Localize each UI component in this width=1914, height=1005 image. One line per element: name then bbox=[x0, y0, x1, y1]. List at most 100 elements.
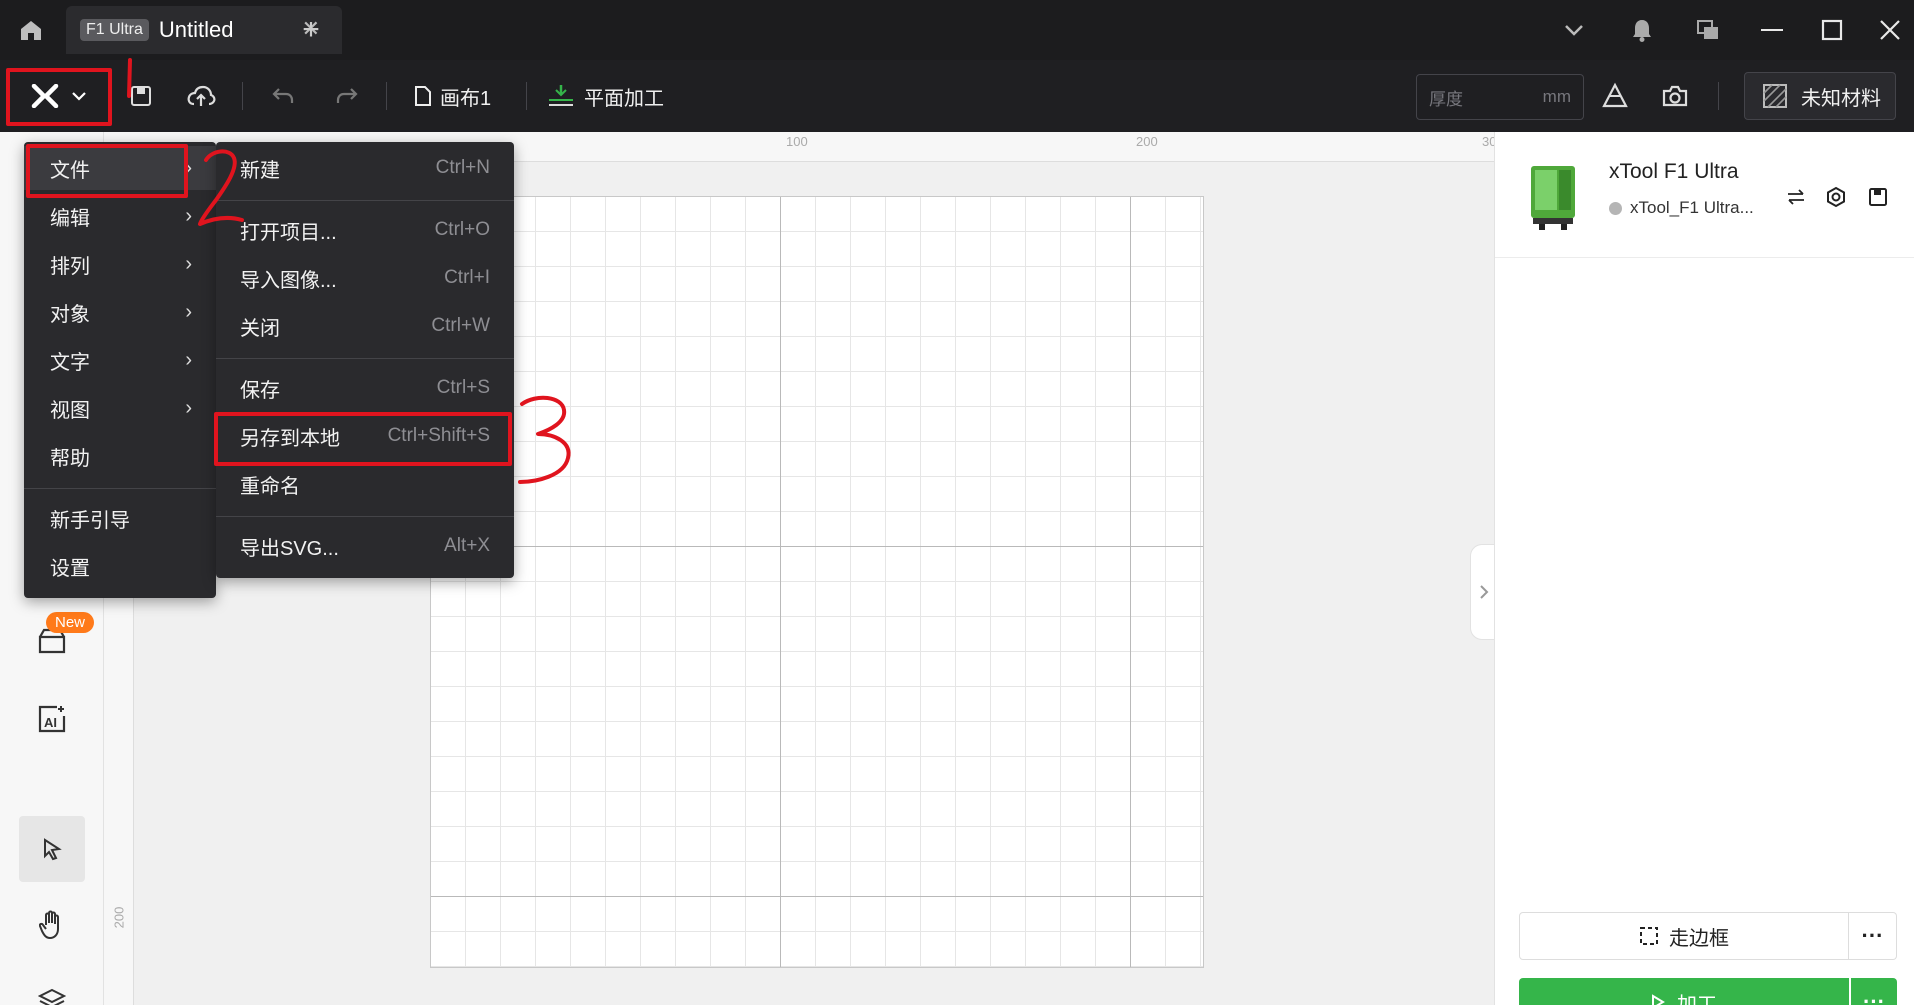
material-hatch-icon bbox=[1763, 84, 1787, 108]
minimize-icon[interactable] bbox=[1752, 12, 1792, 48]
menu-item-open-project[interactable]: 打开项目... Ctrl+O bbox=[216, 208, 514, 252]
shortcut-label: Ctrl+N bbox=[435, 157, 490, 178]
connection-label: xTool_F1 Ultra... bbox=[1630, 198, 1754, 217]
save-device-config-icon[interactable] bbox=[1863, 182, 1893, 212]
layers-icon bbox=[38, 988, 66, 1005]
new-badge: New bbox=[46, 612, 95, 633]
cloud-upload-icon[interactable] bbox=[184, 78, 218, 114]
mode-label: 平面加工 bbox=[584, 87, 664, 110]
undo-icon[interactable] bbox=[266, 78, 300, 114]
menu-item-label: 排列 bbox=[50, 255, 90, 278]
new-tab-button[interactable]: + bbox=[296, 8, 326, 52]
menu-item-label: 对象 bbox=[50, 303, 90, 326]
laser-machine-icon bbox=[1531, 166, 1575, 230]
canvas-selector[interactable]: 画布1 bbox=[414, 78, 491, 114]
menu-item-text[interactable]: 文字 › bbox=[24, 338, 216, 382]
select-tool-button[interactable] bbox=[19, 816, 85, 882]
frame-button[interactable]: 走边框 bbox=[1519, 912, 1849, 960]
thickness-unit: mm bbox=[1542, 87, 1571, 106]
annotation-number-2 bbox=[198, 149, 244, 226]
layers-button[interactable] bbox=[19, 968, 85, 1005]
play-icon bbox=[1652, 994, 1665, 1005]
chevron-down-icon[interactable] bbox=[1554, 12, 1594, 48]
menu-item-export-svg[interactable]: 导出SVG... Alt+X bbox=[216, 524, 514, 568]
frame-more-button[interactable]: ··· bbox=[1849, 912, 1897, 960]
device-connection[interactable]: xTool_F1 Ultra... bbox=[1609, 198, 1754, 218]
ruler-label: 200 bbox=[111, 906, 127, 929]
menu-item-new[interactable]: 新建 Ctrl+N bbox=[216, 146, 514, 190]
shortcut-label: Ctrl+I bbox=[444, 267, 490, 288]
menu-divider bbox=[216, 516, 514, 517]
status-dot bbox=[1609, 201, 1622, 215]
svg-text:AI: AI bbox=[44, 715, 57, 730]
menu-divider bbox=[216, 358, 514, 359]
ai-image-button[interactable]: AI bbox=[19, 686, 85, 752]
annotation-box-3 bbox=[214, 412, 512, 466]
material-selector[interactable]: 未知材料 bbox=[1744, 72, 1896, 120]
material-label: 未知材料 bbox=[1801, 87, 1881, 110]
chevron-right-icon: › bbox=[185, 396, 192, 419]
ruler-label: 100 bbox=[786, 134, 808, 149]
thickness-input[interactable]: 厚度 mm bbox=[1416, 74, 1584, 120]
ruler-label: 200 bbox=[1136, 134, 1158, 149]
ai-icon: AI bbox=[38, 705, 66, 733]
frame-label: 走边框 bbox=[1669, 927, 1729, 950]
shortcut-label: Alt+X bbox=[444, 535, 490, 556]
file-submenu: 新建 Ctrl+N 打开项目... Ctrl+O 导入图像... Ctrl+I … bbox=[216, 142, 514, 578]
right-panel: xTool F1 Ultra xTool_F1 Ultra... 走边框 ···… bbox=[1494, 132, 1914, 1005]
device-settings-icon[interactable] bbox=[1821, 182, 1851, 212]
title-bar: F1 Ultra Untitled ✕ + bbox=[0, 0, 1914, 60]
menu-item-label: 导出SVG... bbox=[240, 537, 339, 560]
dashed-frame-icon bbox=[1640, 927, 1658, 945]
chevron-right-icon: › bbox=[185, 348, 192, 371]
menu-item-import-image[interactable]: 导入图像... Ctrl+I bbox=[216, 256, 514, 300]
menu-item-label: 新手引导 bbox=[50, 509, 130, 532]
camera-icon[interactable] bbox=[1656, 78, 1694, 114]
menu-item-label: 重命名 bbox=[240, 475, 300, 498]
auto-measure-icon[interactable] bbox=[1596, 78, 1634, 114]
laser-plane-icon bbox=[549, 85, 573, 106]
device-card: xTool F1 Ultra xTool_F1 Ultra... bbox=[1495, 132, 1914, 258]
thickness-placeholder: 厚度 bbox=[1429, 89, 1463, 109]
cursor-arrow-icon bbox=[44, 838, 62, 861]
ruler-label: 30 bbox=[1482, 134, 1494, 149]
canvas-label: 画布1 bbox=[440, 87, 492, 110]
menu-item-view[interactable]: 视图 › bbox=[24, 386, 216, 430]
menu-item-label: 编辑 bbox=[50, 207, 90, 230]
process-label: 加工 bbox=[1677, 993, 1717, 1005]
menu-item-edit[interactable]: 编辑 › bbox=[24, 194, 216, 238]
shortcut-label: Ctrl+W bbox=[431, 315, 490, 336]
bell-icon[interactable] bbox=[1622, 12, 1662, 48]
menu-item-label: 设置 bbox=[50, 557, 90, 580]
toolbar: 画布1 平面加工 厚度 mm 未知材料 bbox=[0, 60, 1914, 132]
work-area-grid[interactable] bbox=[430, 196, 1204, 968]
menu-item-close[interactable]: 关闭 Ctrl+W bbox=[216, 304, 514, 348]
menu-item-guide[interactable]: 新手引导 bbox=[24, 496, 216, 540]
close-window-icon[interactable] bbox=[1870, 12, 1910, 48]
maximize-icon[interactable] bbox=[1812, 12, 1852, 48]
document-title: Untitled bbox=[158, 17, 234, 42]
menu-item-label: 帮助 bbox=[50, 447, 90, 470]
windows-icon[interactable] bbox=[1688, 12, 1728, 48]
menu-item-object[interactable]: 对象 › bbox=[24, 290, 216, 334]
menu-item-save[interactable]: 保存 Ctrl+S bbox=[216, 366, 514, 410]
menu-item-help[interactable]: 帮助 bbox=[24, 434, 216, 478]
switch-device-icon[interactable] bbox=[1781, 182, 1811, 212]
menu-item-arrange[interactable]: 排列 › bbox=[24, 242, 216, 286]
annotation-number-3 bbox=[518, 395, 571, 484]
chevron-right-icon: › bbox=[185, 300, 192, 323]
menu-item-label: 打开项目... bbox=[240, 221, 337, 244]
process-more-button[interactable]: ··· bbox=[1851, 978, 1897, 1005]
processing-mode-selector[interactable]: 平面加工 bbox=[546, 78, 664, 114]
machine-badge: F1 Ultra bbox=[80, 19, 149, 41]
pan-tool-button[interactable] bbox=[19, 892, 85, 958]
document-icon bbox=[415, 86, 431, 106]
redo-icon[interactable] bbox=[330, 78, 364, 114]
menu-item-settings[interactable]: 设置 bbox=[24, 544, 216, 588]
menu-item-rename[interactable]: 重命名 bbox=[216, 462, 514, 506]
menu-divider bbox=[24, 488, 216, 489]
process-button[interactable]: 加工 bbox=[1519, 978, 1849, 1005]
annotation-box-2 bbox=[26, 144, 188, 198]
collapse-panel-button[interactable] bbox=[1470, 544, 1494, 640]
home-button[interactable] bbox=[12, 12, 50, 48]
